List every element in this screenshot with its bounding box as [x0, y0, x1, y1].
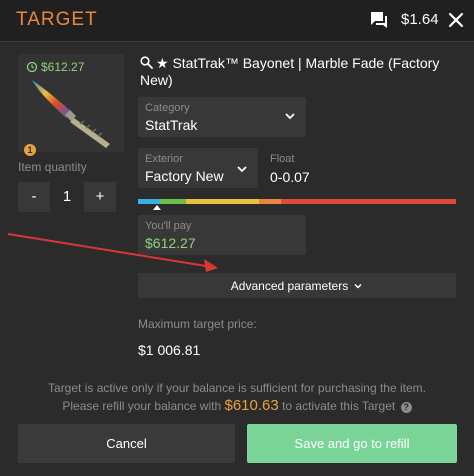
pay-label: You'll pay	[145, 220, 192, 232]
notice-line-1: Target is active only if your balance is…	[48, 381, 426, 395]
item-name-text: ★ StatTrak™ Bayonet | Marble Fade (Facto…	[140, 55, 440, 88]
advanced-parameters-label: Advanced parameters	[230, 278, 349, 293]
help-icon[interactable]: ?	[400, 402, 412, 413]
chat-icon[interactable]	[369, 10, 389, 30]
quantity-badge: 1	[24, 144, 36, 156]
wear-bar	[138, 199, 456, 204]
notice-prefix: Please refill your balance with	[62, 399, 222, 413]
exterior-select[interactable]: Exterior Factory New	[138, 148, 258, 188]
save-and-refill-button[interactable]: Save and go to refill	[247, 424, 457, 463]
quantity-increase-button[interactable]: +	[84, 182, 116, 212]
refresh-coin-icon	[26, 61, 38, 73]
pay-field[interactable]: You'll pay $612.27	[138, 215, 306, 255]
modal-header: TARGET $1.64	[0, 0, 474, 42]
wear-bar-segment	[281, 199, 456, 204]
float-value: 0-0.07	[270, 169, 310, 185]
knife-image	[32, 80, 110, 148]
category-label: Category	[145, 102, 190, 114]
modal-title: TARGET	[16, 9, 98, 30]
item-name[interactable]: ★ StatTrak™ Bayonet | Marble Fade (Facto…	[140, 55, 458, 89]
wear-bar-segment	[258, 199, 282, 204]
quantity-value[interactable]: 1	[50, 182, 84, 212]
item-price-tag: $612.27	[26, 60, 84, 74]
chevron-down-icon	[354, 283, 362, 288]
refill-notice: Target is active only if your balance is…	[18, 379, 456, 415]
wear-bar-segment	[160, 199, 186, 204]
wear-pointer	[153, 205, 162, 210]
wear-bar-segment	[185, 199, 259, 204]
item-image: $612.27	[18, 54, 124, 152]
max-target-price-label: Maximum target price:	[138, 317, 257, 331]
quantity-label: Item quantity	[18, 160, 87, 174]
advanced-parameters-button[interactable]: Advanced parameters	[138, 273, 456, 298]
float-label: Float	[270, 153, 295, 165]
chevron-down-icon	[285, 113, 295, 120]
notice-line-2: Please refill your balance with $610.63 …	[18, 397, 456, 415]
exterior-value: Factory New	[145, 168, 224, 184]
refill-amount: $610.63	[224, 397, 279, 414]
cancel-button[interactable]: Cancel	[18, 424, 235, 463]
max-target-price-value: $1 006.81	[138, 342, 201, 358]
category-select[interactable]: Category StatTrak	[138, 97, 306, 137]
chevron-down-icon	[237, 166, 247, 173]
balance-display: $1.64	[401, 11, 439, 28]
quantity-decrease-button[interactable]: -	[18, 182, 50, 212]
search-icon	[140, 56, 153, 69]
pay-value: $612.27	[145, 235, 196, 251]
wear-bar-segment	[138, 199, 161, 204]
category-value: StatTrak	[145, 117, 198, 133]
close-icon[interactable]	[447, 11, 465, 29]
notice-suffix: to activate this Target	[282, 399, 396, 413]
item-price: $612.27	[41, 60, 85, 74]
exterior-label: Exterior	[145, 153, 183, 165]
